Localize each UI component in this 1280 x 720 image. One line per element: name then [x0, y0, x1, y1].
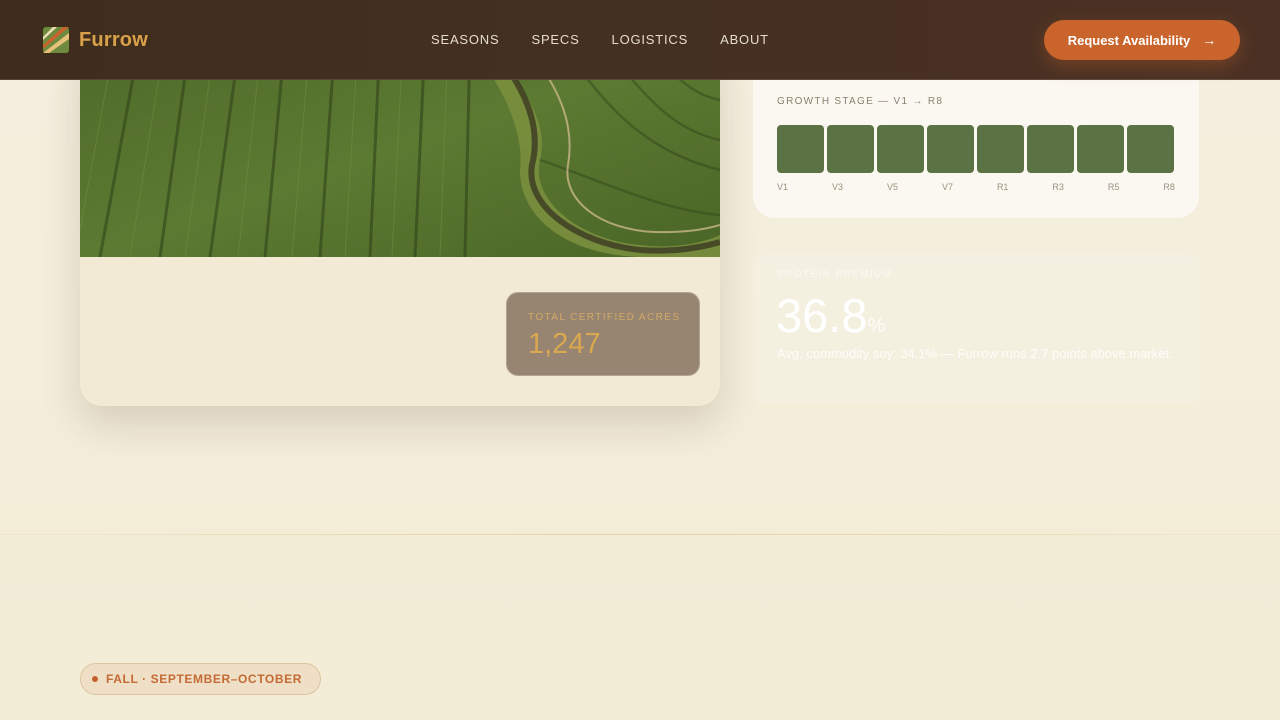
arrow-right-icon: → [1202, 32, 1217, 48]
acres-value: 1,247 [528, 328, 601, 360]
stage-bar [1077, 125, 1124, 173]
stage-label: V3 [831, 182, 843, 192]
stage-label: R1 [996, 182, 1009, 192]
stat-label: PROTEIN PREMIUM [777, 269, 893, 280]
stage-bar [927, 125, 974, 173]
stat-description: Avg. commodity soy: 34.1% — Furrow runs … [777, 346, 1173, 361]
stat-unit: % [867, 315, 886, 337]
nav-links: SEASONS SPECS LOGISTICS ABOUT [431, 32, 769, 47]
brand[interactable]: Furrow [43, 27, 148, 53]
cta-label: Request Availability [1067, 32, 1191, 48]
pill-dot-icon [92, 676, 98, 682]
stage-label: R8 [1163, 182, 1175, 192]
stage-bar [977, 125, 1024, 173]
stage-label: V5 [886, 182, 898, 192]
growth-stage-title: GROWTH STAGE — V1 → R8 [777, 96, 944, 107]
stage-label: V1 [777, 182, 789, 192]
request-availability-button[interactable]: Request Availability → [1044, 20, 1240, 60]
protein-premium-stat: PROTEIN PREMIUM 36.8% Avg. commodity soy… [753, 254, 1201, 404]
stage-bar [1027, 125, 1074, 173]
stat-number: 36.8 [776, 289, 868, 342]
nav-link-logistics[interactable]: LOGISTICS [612, 32, 689, 47]
season-label: FALL · SEPTEMBER–OCTOBER [106, 672, 302, 686]
stage-label: V7 [941, 182, 953, 192]
stat-value: 36.8% [776, 288, 885, 343]
growth-stage-card: GROWTH STAGE — V1 → R8 V1 V3 V5 V7 R1 R3… [753, 76, 1199, 218]
stage-bars [777, 125, 1174, 173]
hero-card: TOTAL CERTIFIED ACRES 1,247 [80, 40, 720, 406]
stage-bar [827, 125, 874, 173]
furrow-field-logo-icon [43, 27, 69, 53]
season-pill: FALL · SEPTEMBER–OCTOBER [80, 663, 321, 695]
section-divider [0, 534, 1280, 535]
nav-link-specs[interactable]: SPECS [531, 32, 579, 47]
total-acres-box: TOTAL CERTIFIED ACRES 1,247 [506, 292, 700, 376]
stage-bar [777, 125, 824, 173]
stage-label: R5 [1107, 182, 1120, 192]
stage-bar [1127, 125, 1174, 173]
top-nav: Furrow SEASONS SPECS LOGISTICS ABOUT Req… [0, 0, 1280, 80]
nav-link-about[interactable]: ABOUT [720, 32, 769, 47]
acres-label: TOTAL CERTIFIED ACRES [528, 312, 681, 323]
stage-labels: V1 V3 V5 V7 R1 R3 R5 R8 [777, 182, 1175, 192]
stage-label: R3 [1052, 182, 1064, 192]
stage-bar [877, 125, 924, 173]
nav-link-seasons[interactable]: SEASONS [431, 32, 499, 47]
brand-name: Furrow [79, 28, 148, 51]
